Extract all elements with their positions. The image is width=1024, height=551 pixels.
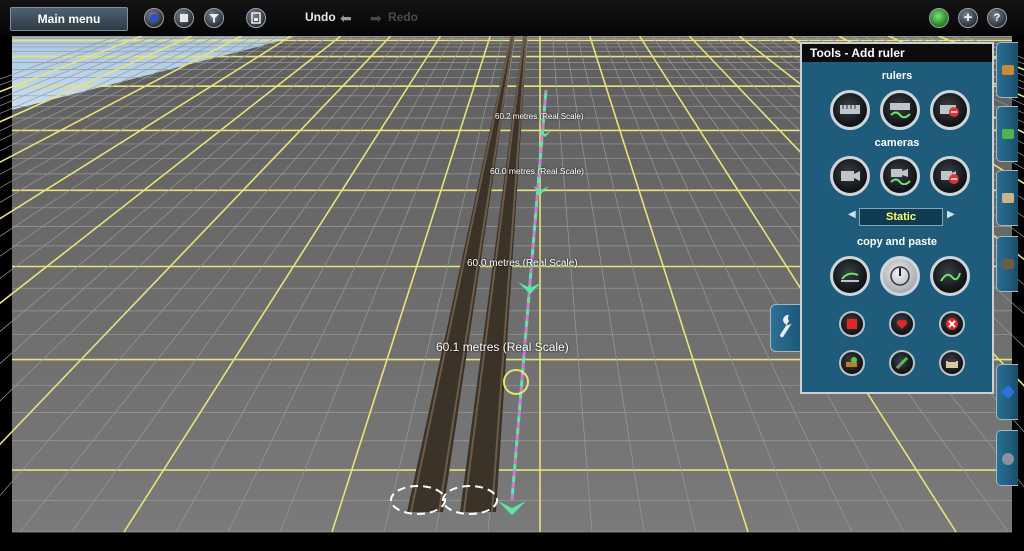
category-tab-6[interactable]: [996, 430, 1018, 486]
category-tab-4[interactable]: [996, 236, 1018, 292]
mode-next-arrow[interactable]: ▶: [947, 209, 955, 220]
scenery-category-icon: [1002, 193, 1014, 203]
heart-icon[interactable]: [889, 311, 915, 337]
category-tab-5[interactable]: [996, 364, 1018, 420]
ruler-label-1: 60.2 metres (Real Scale): [495, 112, 584, 121]
stop-icon[interactable]: [174, 8, 194, 28]
gem-category-icon: [1000, 384, 1016, 400]
ruler-label-3: 60.0 metres (Real Scale): [467, 258, 578, 269]
undo-arrow-icon[interactable]: ⬅: [340, 10, 352, 26]
ruler-label-4: 60.1 metres (Real Scale): [436, 340, 569, 354]
driver-icon[interactable]: [144, 8, 164, 28]
ruler-wave-icon[interactable]: [880, 90, 920, 130]
coal-icon[interactable]: [939, 350, 965, 376]
category-tab-1[interactable]: [996, 42, 1018, 98]
tools-tab[interactable]: [770, 304, 800, 352]
track-category-icon: [1002, 129, 1014, 139]
loco-paint-icon[interactable]: [839, 350, 865, 376]
delete-camera-icon[interactable]: [930, 156, 970, 196]
ruler-label-2: 60.0 metres (Real Scale): [490, 166, 585, 176]
mode-prev-arrow[interactable]: ◀: [848, 209, 856, 220]
cross-icon[interactable]: [939, 311, 965, 337]
main-menu-button[interactable]: Main menu: [10, 7, 128, 31]
loco-category-icon: [1002, 65, 1014, 75]
add-ruler-icon[interactable]: [830, 90, 870, 130]
filter-icon[interactable]: [204, 8, 224, 28]
redo-label: Redo: [388, 10, 418, 24]
stop-square-icon[interactable]: [839, 311, 865, 337]
category-tab-2[interactable]: [996, 106, 1018, 162]
add-camera-icon[interactable]: [830, 156, 870, 196]
top-toolbar: Main menu Undo ⬅ ➡ Redo + ?: [0, 0, 1024, 36]
undo-label[interactable]: Undo: [305, 10, 336, 24]
rotate-dial-icon[interactable]: [880, 256, 920, 296]
camera-track-icon[interactable]: [880, 156, 920, 196]
wrench-icon: [779, 314, 792, 338]
cameras-heading: cameras: [874, 137, 920, 149]
tools-panel: Tools - Add ruler rulers cameras ◀ Stati…: [800, 42, 994, 394]
copy-paste-heading: copy and paste: [856, 236, 938, 248]
settings-category-icon: [1002, 453, 1014, 465]
paste-icon[interactable]: [930, 256, 970, 296]
status-light-icon[interactable]: [929, 8, 949, 28]
track-piece-category-icon: [1002, 259, 1014, 269]
add-icon[interactable]: +: [958, 8, 978, 28]
save-icon[interactable]: [246, 8, 266, 28]
category-tab-3[interactable]: [996, 170, 1018, 226]
track-paint-icon[interactable]: [889, 350, 915, 376]
camera-mode-selector[interactable]: Static: [859, 208, 943, 226]
redo-arrow-icon: ➡: [370, 10, 382, 26]
help-icon[interactable]: ?: [987, 8, 1007, 28]
delete-ruler-icon[interactable]: [930, 90, 970, 130]
copy-icon[interactable]: [830, 256, 870, 296]
tools-panel-title: Tools - Add ruler: [802, 44, 992, 62]
rulers-heading: rulers: [881, 70, 913, 82]
